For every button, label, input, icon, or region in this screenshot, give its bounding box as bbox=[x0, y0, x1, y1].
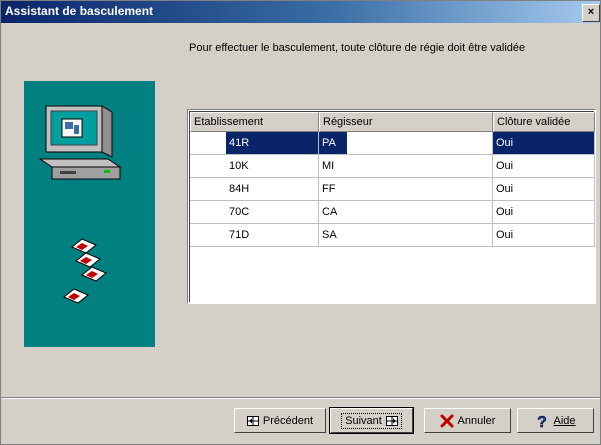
table-row[interactable]: 70C CA Oui bbox=[190, 201, 595, 224]
redacted-cell bbox=[347, 155, 493, 178]
column-header-etablissement[interactable]: Etablissement bbox=[190, 112, 319, 132]
cell-regisseur: MI bbox=[319, 155, 347, 178]
grid-arrow-right-icon bbox=[385, 415, 398, 426]
cell-etablissement: 84H bbox=[226, 178, 319, 201]
cancel-button[interactable]: Annuler bbox=[424, 408, 511, 433]
cell-regisseur: SA bbox=[319, 224, 347, 247]
cell-cloture: Oui bbox=[493, 178, 595, 201]
computer-with-floppy-disks-icon bbox=[38, 105, 122, 304]
cell-cloture: Oui bbox=[493, 132, 595, 155]
cell-etablissement: 70C bbox=[226, 201, 319, 224]
table-row[interactable]: 10K MI Oui bbox=[190, 155, 595, 178]
redacted-cell bbox=[347, 224, 493, 247]
column-header-cloture[interactable]: Clôture validée bbox=[493, 112, 595, 132]
cell-etablissement: 41R bbox=[226, 132, 319, 155]
cell-regisseur: CA bbox=[319, 201, 347, 224]
table-row[interactable]: 84H FF Oui bbox=[190, 178, 595, 201]
instruction-text: Pour effectuer le basculement, toute clô… bbox=[189, 42, 526, 54]
redacted-cell bbox=[190, 178, 226, 201]
redacted-cell bbox=[190, 201, 226, 224]
svg-text:?: ? bbox=[538, 414, 548, 429]
redacted-cell bbox=[347, 201, 493, 224]
cell-cloture: Oui bbox=[493, 224, 595, 247]
cell-regisseur: PA bbox=[319, 132, 347, 155]
next-label: Suivant bbox=[345, 414, 382, 427]
next-button[interactable]: Suivant bbox=[329, 407, 414, 434]
cell-cloture: Oui bbox=[493, 155, 595, 178]
close-icon: × bbox=[587, 6, 595, 18]
table-row[interactable]: 41R PA Oui bbox=[190, 132, 595, 155]
redacted-cell bbox=[190, 132, 226, 155]
cancel-label: Annuler bbox=[457, 414, 496, 427]
cell-etablissement: 10K bbox=[226, 155, 319, 178]
window-title: Assistant de basculement bbox=[5, 4, 154, 18]
red-x-icon bbox=[440, 414, 454, 427]
previous-label: Précédent bbox=[262, 414, 314, 427]
previous-button[interactable]: Précédent bbox=[234, 408, 326, 433]
redacted-cell bbox=[347, 132, 493, 155]
table-row[interactable]: 71D SA Oui bbox=[190, 224, 595, 247]
wizard-side-panel bbox=[24, 81, 155, 347]
column-header-regisseur[interactable]: Régisseur bbox=[319, 112, 493, 132]
redacted-cell bbox=[190, 224, 226, 247]
cell-regisseur: FF bbox=[319, 178, 347, 201]
cell-etablissement: 71D bbox=[226, 224, 319, 247]
help-label: Aide bbox=[553, 414, 576, 427]
cell-cloture: Oui bbox=[493, 201, 595, 224]
close-button[interactable]: × bbox=[582, 4, 600, 22]
title-bar[interactable]: Assistant de basculement × bbox=[1, 1, 600, 23]
button-separator bbox=[1, 397, 600, 399]
focus-rect: Suivant bbox=[341, 412, 402, 429]
regie-grid[interactable]: Etablissement Régisseur Clôture validée … bbox=[187, 109, 596, 304]
redacted-cell bbox=[347, 178, 493, 201]
wizard-window: Assistant de basculement × Pour effectue… bbox=[0, 0, 601, 445]
redacted-cell bbox=[190, 155, 226, 178]
help-button[interactable]: ? Aide bbox=[517, 408, 594, 433]
grid-arrow-left-icon bbox=[246, 415, 259, 426]
question-mark-icon: ? bbox=[537, 413, 548, 429]
